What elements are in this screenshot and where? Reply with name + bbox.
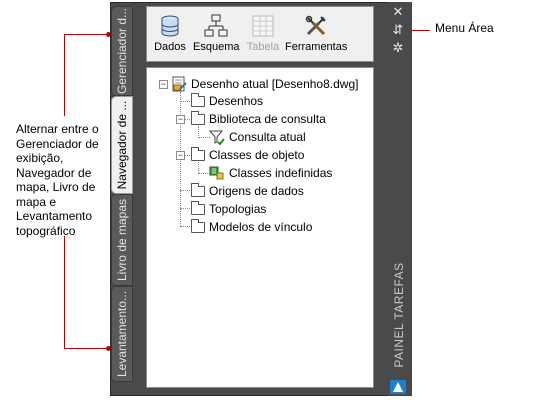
tree-item-object-classes[interactable]: Classes de objeto (191, 146, 305, 163)
callout-line: Gerenciador de (16, 136, 99, 151)
left-callout: Alternar entre o Gerenciador de exibição… (16, 122, 112, 238)
autohide-button[interactable] (390, 380, 406, 394)
schema-label: Esquema (193, 41, 240, 53)
explorer-tree-panel: − Desenho atual [Desenho8.dwg] Desenhos … (146, 67, 374, 388)
folder-icon (191, 146, 205, 161)
menu-icon[interactable]: ⇵ (390, 22, 406, 38)
tab-map-book[interactable]: Livro de mapas (111, 194, 133, 286)
folder-icon (191, 182, 205, 197)
callout-line: mapa e (16, 194, 57, 209)
tree-root-label: Desenho atual [Desenho8.dwg] (191, 77, 359, 91)
tree-item-label: Classes indefinidas (229, 166, 333, 180)
settings-icon[interactable]: ✲ (390, 40, 406, 56)
tab-label: Navegador de ... (115, 100, 129, 190)
drawing-icon (172, 76, 187, 92)
data-label: Dados (154, 41, 186, 53)
tree-item-label: Origens de dados (209, 184, 304, 198)
folder-icon (191, 92, 205, 107)
folder-icon (191, 200, 205, 215)
tree-connector (198, 162, 199, 173)
tree-item-undefined-classes[interactable]: Classes indefinidas (209, 165, 332, 181)
bracket-arm-bottom (64, 348, 108, 349)
tree-item-label: Modelos de vínculo (209, 220, 313, 234)
tools-button[interactable]: Ferramentas (285, 10, 347, 53)
tools-label: Ferramentas (285, 41, 348, 53)
collapse-query-library-toggle[interactable]: − (176, 115, 185, 124)
tab-display-manager[interactable]: Gerenciador d... (111, 6, 133, 96)
tree-item-query-library[interactable]: Biblioteca de consulta (191, 110, 326, 127)
filter-icon (209, 130, 225, 145)
bracket-arm-top (64, 34, 108, 35)
table-icon (251, 14, 275, 38)
tree-item-link-templates[interactable]: Modelos de vínculo (191, 218, 313, 235)
callout-line: Levantamento (16, 209, 93, 223)
tab-label: Levantamento... (115, 290, 129, 378)
tree-item-topologies[interactable]: Topologias (191, 200, 267, 217)
collapse-root-toggle[interactable]: − (159, 80, 168, 89)
tree-item-current-query[interactable]: Consulta atual (209, 129, 306, 145)
data-button[interactable]: Dados (153, 10, 187, 53)
tree-root[interactable]: Desenho atual [Desenho8.dwg] (171, 76, 358, 92)
callout-line: Navegador de (16, 165, 92, 180)
tree-item-label: Topologias (209, 202, 267, 216)
callout-line: exibição, (16, 151, 64, 165)
tree-item-drawings[interactable]: Desenhos (191, 92, 264, 109)
schema-icon (204, 14, 228, 38)
tree-item-label: Biblioteca de consulta (209, 112, 326, 126)
tree-item-label: Desenhos (209, 94, 264, 108)
explorer-toolbar: Dados Esquema Tabela Ferramentas (146, 6, 374, 62)
tab-label: Livro de mapas (115, 198, 129, 282)
app-logo-icon (393, 382, 403, 392)
tree-item-data-sources[interactable]: Origens de dados (191, 182, 304, 199)
collapse-object-classes-toggle[interactable]: − (176, 151, 185, 160)
callout-line: Alternar entre o (16, 122, 99, 136)
bracket-line-bottom (64, 236, 65, 348)
bracket-line-top (64, 34, 65, 116)
close-icon[interactable]: ✕ (390, 4, 406, 20)
table-button[interactable]: Tabela (243, 10, 283, 53)
folder-icon (191, 218, 205, 233)
tree-item-label: Consulta atual (229, 130, 306, 144)
tab-map-explorer[interactable]: Navegador de ... (111, 96, 133, 194)
menu-area-label: Menu Área (435, 21, 494, 35)
table-label: Tabela (246, 41, 280, 53)
tree-item-label: Classes de objeto (209, 148, 305, 162)
object-class-icon (209, 166, 224, 180)
callout-line: mapa, Livro de (16, 180, 96, 194)
tab-label: Gerenciador d... (115, 7, 129, 95)
folder-icon (191, 110, 205, 125)
schema-button[interactable]: Esquema (193, 10, 239, 53)
database-icon (158, 14, 182, 38)
tools-icon (304, 14, 328, 38)
panel-title: PAINEL TAREFAS (392, 262, 406, 368)
tab-survey[interactable]: Levantamento... (111, 286, 133, 382)
